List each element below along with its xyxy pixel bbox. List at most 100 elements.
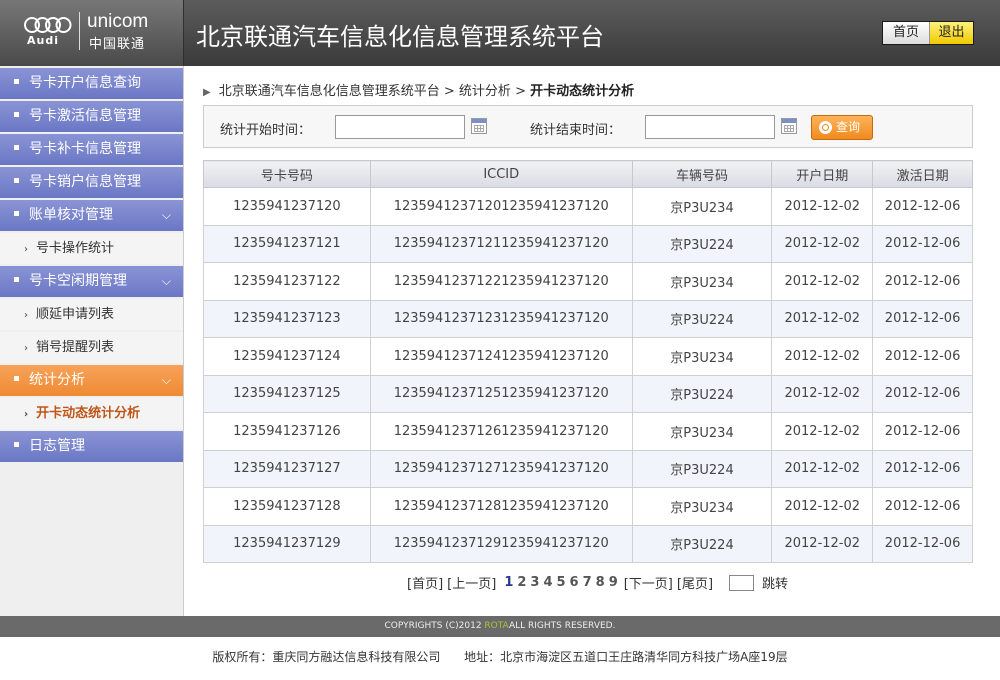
breadcrumb-current: 开卡动态统计分析: [530, 84, 635, 99]
sidebar-item-logs[interactable]: 日志管理: [0, 431, 183, 462]
query-button[interactable]: 查询: [811, 115, 873, 140]
pager-first[interactable]: [首页]: [407, 573, 443, 592]
sidebar-item-idle-period[interactable]: 号卡空闲期管理 ⌵: [0, 266, 183, 297]
logo-divider: [79, 12, 80, 50]
bullet-icon: [14, 177, 19, 183]
pager-next[interactable]: [下一页]: [624, 573, 673, 592]
sidebar-subitem-extension-list[interactable]: › 顺延申请列表: [0, 299, 183, 330]
table-row: 1235941237125 12359412371251235941237120 京…: [203, 374, 973, 413]
table-cell: 1235941237125: [203, 374, 371, 413]
table-cell: 1235941237126: [203, 412, 371, 451]
table-cell: 京P3U234: [631, 337, 773, 376]
calendar-icon[interactable]: [471, 118, 487, 134]
page-number[interactable]: 7: [583, 575, 592, 590]
logo: Audi unicom 中国联通: [0, 0, 184, 66]
page-number[interactable]: 4: [543, 575, 552, 590]
table-cell: 12359412371231235941237120: [369, 299, 633, 338]
arrow-right-icon: ›: [24, 343, 28, 354]
sidebar-subitem-card-op-stats[interactable]: › 号卡操作统计: [0, 233, 183, 264]
table-cell: 京P3U224: [631, 299, 773, 338]
table-cell: 京P3U224: [631, 524, 773, 563]
sidebar-subitem-open-card-stats[interactable]: › 开卡动态统计分析: [0, 398, 183, 429]
exit-button[interactable]: 退出: [929, 22, 973, 44]
start-time-input[interactable]: [335, 115, 465, 139]
column-header: 激活日期: [872, 160, 973, 188]
sidebar-item-label: 统计分析: [29, 372, 85, 388]
copyright-text: COPYRIGHTS (C)2012: [384, 621, 485, 631]
bullet-icon: [14, 210, 19, 216]
end-time-input[interactable]: [645, 115, 775, 139]
copyright-brand: ROTA: [484, 621, 509, 631]
footer-info: 版权所有：重庆同方融达信息科技有限公司 地址：北京市海淀区五道口王庄路清华同方科…: [0, 648, 1000, 665]
page-jump-button[interactable]: 跳转: [762, 573, 788, 592]
table-cell: 2012-12-06: [872, 412, 973, 451]
home-button[interactable]: 首页: [883, 22, 929, 44]
breadcrumb-root[interactable]: 北京联通汽车信息化信息管理系统平台: [219, 84, 440, 99]
table-cell: 12359412371271235941237120: [369, 449, 633, 488]
table-cell: 1235941237124: [203, 337, 371, 376]
page-number[interactable]: 3: [530, 575, 539, 590]
breadcrumb: ▶ 北京联通汽车信息化信息管理系统平台 > 统计分析 > 开卡动态统计分析: [203, 80, 634, 99]
table-cell: 2012-12-02: [771, 299, 874, 338]
table-cell: 2012-12-02: [771, 337, 874, 376]
column-header: ICCID: [369, 160, 633, 188]
sidebar-item-card-activation[interactable]: 号卡激活信息管理: [0, 101, 183, 132]
table-row: 1235941237122 12359412371221235941237120 京…: [203, 262, 973, 301]
table-row: 1235941237126 12359412371261235941237120 京…: [203, 412, 973, 451]
pager-pages: 123456789: [502, 575, 619, 590]
table-cell: 2012-12-02: [771, 412, 874, 451]
table-cell: 京P3U234: [631, 412, 773, 451]
breadcrumb-separator: >: [443, 84, 455, 99]
table-cell: 2012-12-06: [872, 374, 973, 413]
sidebar-item-statistics[interactable]: 统计分析 ⌵: [0, 365, 183, 396]
sidebar-subitem-cancel-reminder[interactable]: › 销号提醒列表: [0, 332, 183, 363]
page-number[interactable]: 2: [517, 575, 526, 590]
table-row: 1235941237128 12359412371281235941237120 京…: [203, 487, 973, 526]
system-title: 北京联通汽车信息化信息管理系统平台: [196, 23, 604, 51]
bullet-icon: [14, 78, 19, 84]
data-table: 号卡号码 ICCID 车辆号码 开户日期 激活日期 1235941237120 1…: [203, 160, 973, 563]
table-cell: 1235941237123: [203, 299, 371, 338]
table-cell: 12359412371201235941237120: [369, 187, 633, 226]
table-cell: 1235941237120: [203, 187, 371, 226]
pagination: [首页] [上一页] 123456789 [下一页] [尾页] 跳转: [407, 573, 788, 592]
sidebar-item-card-cancel[interactable]: 号卡销户信息管理: [0, 167, 183, 198]
table-cell: 2012-12-06: [872, 224, 973, 263]
table-cell: 京P3U224: [631, 224, 773, 263]
bullet-icon: [14, 111, 19, 117]
sidebar-item-billing[interactable]: 账单核对管理 ⌵: [0, 200, 183, 231]
triangle-right-icon: ▶: [203, 87, 211, 98]
page-number[interactable]: 5: [557, 575, 566, 590]
sidebar-item-label: 日志管理: [29, 438, 85, 454]
bullet-icon: [14, 441, 19, 447]
table-cell: 2012-12-02: [771, 449, 874, 488]
breadcrumb-parent[interactable]: 统计分析: [459, 84, 511, 99]
pager-last[interactable]: [尾页]: [677, 573, 713, 592]
sidebar-item-label: 销号提醒列表: [36, 340, 115, 355]
footer-owner: 版权所有：重庆同方融达信息科技有限公司: [212, 650, 441, 664]
page-number[interactable]: 8: [596, 575, 605, 590]
audi-wordmark: Audi: [27, 34, 59, 47]
table-row: 1235941237124 12359412371241235941237120 京…: [203, 337, 973, 376]
table-cell: 1235941237127: [203, 449, 371, 488]
start-time-label: 统计开始时间：: [220, 123, 312, 138]
table-cell: 2012-12-06: [872, 449, 973, 488]
page-number[interactable]: 6: [570, 575, 579, 590]
calendar-icon[interactable]: [781, 118, 797, 134]
sidebar-item-card-reissue[interactable]: 号卡补卡信息管理: [0, 134, 183, 165]
sidebar: 号卡开户信息查询 号卡激活信息管理 号卡补卡信息管理 号卡销户信息管理 账单核对…: [0, 66, 184, 616]
page-number[interactable]: 1: [504, 575, 513, 590]
sidebar-item-label: 号卡激活信息管理: [29, 108, 141, 124]
unicom-wordmark-cn: 中国联通: [89, 37, 146, 52]
page-number[interactable]: 9: [609, 575, 618, 590]
table-cell: 京P3U234: [631, 262, 773, 301]
table-cell: 京P3U234: [631, 487, 773, 526]
page-jump-input[interactable]: [729, 574, 755, 591]
table-cell: 2012-12-06: [872, 524, 973, 563]
sidebar-item-card-open-query[interactable]: 号卡开户信息查询: [0, 68, 183, 99]
pager-prev[interactable]: [上一页]: [447, 573, 496, 592]
column-header: 车辆号码: [631, 160, 773, 188]
chevron-down-icon: ⌵: [161, 274, 171, 288]
table-cell: 12359412371291235941237120: [369, 524, 633, 563]
footer-address: 地址：北京市海淀区五道口王庄路清华同方科技广场A座19层: [464, 650, 788, 664]
